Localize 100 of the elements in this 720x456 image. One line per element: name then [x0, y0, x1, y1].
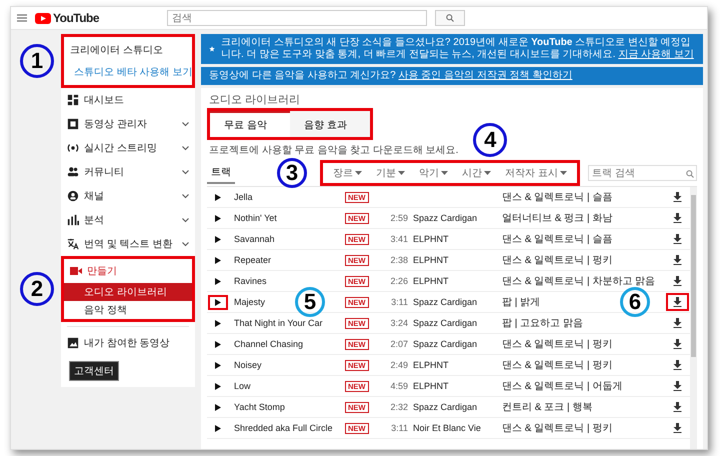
track-title: Channel Chasing — [234, 339, 304, 349]
download-button[interactable] — [670, 358, 684, 372]
scrollbar[interactable] — [690, 187, 697, 449]
download-button[interactable] — [670, 190, 684, 204]
play-icon — [215, 214, 221, 222]
caret-icon — [441, 171, 448, 175]
play-button[interactable] — [213, 254, 223, 266]
banner-link[interactable]: 지금 사용해 보기 — [618, 49, 694, 60]
search-field[interactable]: 검색 — [167, 10, 428, 26]
track-artist: Spazz Cardigan — [413, 297, 478, 307]
caret-icon — [398, 171, 406, 175]
track-title: Low — [234, 381, 251, 391]
track-genre: 댄스 & 일렉트로닉 | 펑키 — [502, 254, 612, 267]
search-icon — [686, 170, 694, 178]
track-artist: ELPHNT — [413, 234, 449, 244]
track-title: That Night in Your Car — [234, 318, 323, 328]
track-title: Savannah — [234, 234, 275, 244]
banner-link[interactable]: 사용 중인 음악의 저작권 정책 확인하기 — [398, 70, 572, 81]
download-button[interactable] — [670, 253, 684, 267]
sidebar-item[interactable]: 대시보드 — [61, 88, 195, 112]
play-button[interactable] — [213, 318, 223, 328]
track-genre: 댄스 & 일렉트로닉 | 펑키 — [502, 359, 612, 372]
download-icon — [672, 234, 682, 244]
image-icon — [67, 337, 79, 349]
caret-icon — [560, 171, 567, 175]
sidebar-item[interactable]: 실시간 스트리밍 — [61, 136, 195, 160]
sidebar-subitem[interactable]: 오디오 라이브러리 — [64, 283, 192, 301]
track-title: Shredded aka Full Circle — [234, 423, 333, 433]
download-icon — [672, 360, 682, 370]
help-button[interactable]: 고객센터 — [69, 361, 119, 381]
play-button[interactable] — [213, 402, 223, 412]
search-icon — [446, 14, 454, 22]
step-marker: 5 — [295, 287, 325, 317]
filter-dropdown[interactable]: 저작자 표시 — [503, 165, 569, 181]
play-button[interactable] — [213, 380, 223, 392]
download-button[interactable] — [670, 232, 684, 246]
track-artist: Spazz Cardigan — [413, 213, 478, 223]
play-icon — [215, 382, 221, 390]
play-button[interactable] — [213, 338, 223, 350]
step-marker: 3 — [277, 158, 307, 188]
track-genre: 댄스 & 일렉트로닉 | 차분하고 맑음 — [502, 275, 656, 288]
track-title: Repeater — [234, 255, 272, 265]
caret-icon — [484, 171, 492, 175]
track-duration: 3:24 — [389, 318, 408, 328]
step-marker: 4 — [473, 123, 508, 157]
play-icon — [215, 278, 221, 284]
play-button[interactable] — [213, 276, 223, 286]
track-search-field[interactable]: 트랙 검색 — [588, 165, 697, 181]
beta-link[interactable]: 스튜디오 베타 사용해 보기 — [74, 65, 192, 79]
download-button[interactable] — [670, 400, 684, 414]
play-button[interactable] — [213, 422, 223, 434]
play-icon — [215, 362, 221, 368]
download-button[interactable] — [670, 211, 684, 225]
download-button[interactable] — [670, 379, 684, 393]
track-artist: Spazz Cardigan — [413, 402, 478, 412]
sidebar-item[interactable]: 번역 및 텍스트 변환 — [61, 232, 195, 256]
download-icon — [672, 192, 682, 202]
download-button[interactable] — [670, 421, 684, 435]
menu-icon[interactable] — [17, 14, 27, 22]
play-button[interactable] — [213, 234, 223, 244]
download-icon — [672, 297, 682, 307]
download-icon — [672, 255, 682, 265]
tab[interactable]: 트랙 — [207, 162, 235, 184]
track-duration: 4:59 — [389, 381, 408, 391]
filter-dropdown[interactable]: 기분 — [374, 165, 408, 181]
filter-dropdown[interactable]: 장르 — [331, 165, 364, 181]
filter-dropdown[interactable]: 악기 — [417, 165, 450, 181]
download-button[interactable] — [670, 274, 684, 288]
banner-text: 동영상에 다른 음악을 사용하고 계신가요? 사용 중인 음악의 저작권 정책 확인하기 — [209, 70, 572, 82]
sidebar-subitem[interactable]: 음악 정책 — [64, 301, 192, 319]
logo-text[interactable]: YouTube — [53, 11, 100, 25]
sidebar-item[interactable]: 만들기 — [64, 259, 192, 283]
track-genre: 댄스 & 일렉트로닉 | 펑키 — [502, 338, 612, 351]
play-button[interactable] — [213, 212, 223, 224]
chevron-icon — [182, 122, 189, 126]
track-duration: 2:49 — [389, 360, 408, 370]
track-title: Nothin' Yet — [234, 213, 277, 223]
sidebar-item[interactable]: 커뮤니티 — [61, 160, 195, 184]
chevron-icon — [182, 170, 189, 174]
search-button[interactable] — [435, 10, 466, 26]
sidebar-item[interactable]: 동영상 관리자 — [61, 112, 195, 136]
grid-icon — [67, 94, 79, 106]
play-icon — [215, 236, 221, 242]
play-button[interactable] — [213, 360, 223, 370]
filter-dropdown[interactable]: 시간 — [460, 165, 494, 181]
download-button[interactable] — [670, 316, 684, 330]
download-button[interactable] — [670, 337, 684, 351]
download-icon — [672, 381, 682, 391]
play-icon — [215, 194, 221, 200]
video-camera-icon — [70, 266, 82, 276]
sidebar-item[interactable]: 분석 — [61, 208, 195, 232]
tab[interactable]: 무료 음악 — [210, 111, 290, 137]
play-button[interactable] — [213, 192, 223, 202]
play-button[interactable] — [213, 296, 223, 308]
track-duration: 2:59 — [389, 213, 408, 223]
step-marker: 6 — [620, 287, 650, 317]
sidebar-item[interactable]: 내가 참여한 동영상 — [61, 331, 195, 355]
track-artist: ELPHNT — [413, 360, 449, 370]
download-button[interactable] — [670, 295, 684, 309]
sidebar-item[interactable]: 채널 — [61, 184, 195, 208]
